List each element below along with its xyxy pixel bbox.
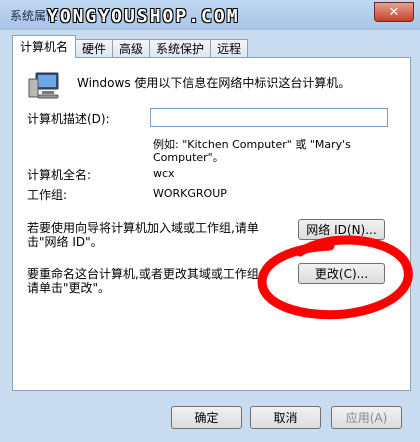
- tab-hardware[interactable]: 硬件: [75, 39, 114, 58]
- system-properties-window: 系统属性 YONGYOUSHOP.COM ✕ 计算机名 硬件 高级 系统保护 远…: [0, 0, 420, 442]
- computer-icon: [28, 72, 59, 99]
- close-button[interactable]: ✕: [374, 2, 414, 22]
- tab-remote[interactable]: 远程: [210, 39, 249, 58]
- title-bar[interactable]: 系统属性 YONGYOUSHOP.COM ✕: [0, 0, 420, 30]
- ok-button[interactable]: 确定: [171, 406, 242, 429]
- workgroup-value: WORKGROUP: [153, 187, 227, 200]
- close-icon: ✕: [388, 4, 400, 20]
- cancel-button[interactable]: 取消: [250, 406, 321, 429]
- tab-advanced[interactable]: 高级: [112, 39, 151, 58]
- computer-name-panel: Windows 使用以下信息在网络中标识这台计算机。 计算机描述(D): 例如:…: [12, 57, 411, 391]
- tab-system-protection[interactable]: 系统保护: [149, 39, 212, 58]
- example-text-line2: Computer"。: [153, 151, 224, 164]
- change-button[interactable]: 更改(C)...: [298, 263, 385, 284]
- tab-strip: 计算机名 硬件 高级 系统保护 远程: [12, 35, 249, 58]
- full-name-label: 计算机全名:: [27, 168, 92, 182]
- rename-instructions-line2: 请单击"更改"。: [27, 281, 111, 295]
- network-id-button[interactable]: 网络 ID(N)...: [298, 219, 385, 240]
- workgroup-label: 工作组:: [27, 188, 68, 202]
- tab-computer-name[interactable]: 计算机名: [12, 35, 77, 58]
- join-instructions-line2: 击"网络 ID"。: [27, 235, 103, 249]
- full-name-value: wcx: [153, 167, 175, 180]
- watermark: YONGYOUSHOP.COM: [47, 6, 240, 27]
- description-input[interactable]: [150, 108, 388, 127]
- apply-button[interactable]: 应用(A): [331, 406, 402, 429]
- intro-text: Windows 使用以下信息在网络中标识这台计算机。: [77, 76, 351, 90]
- description-label: 计算机描述(D):: [27, 112, 110, 126]
